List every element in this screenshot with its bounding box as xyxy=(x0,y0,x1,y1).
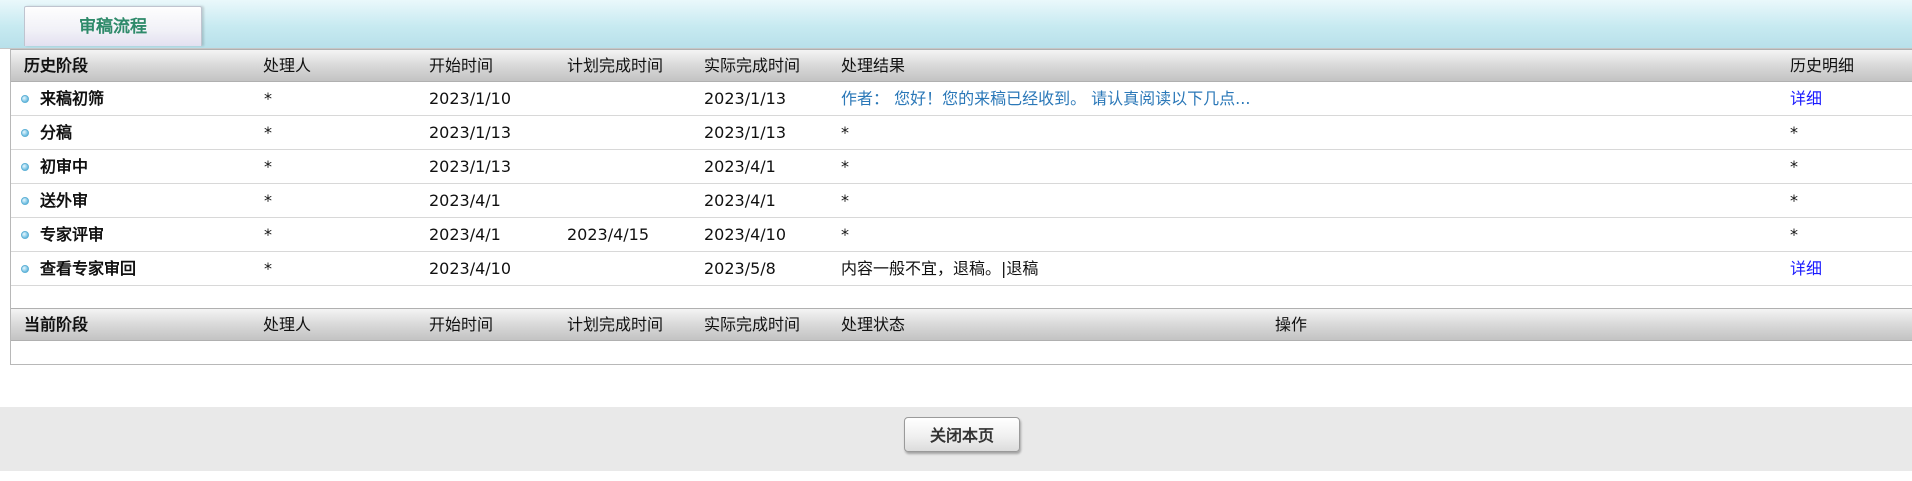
tab-bar: 审稿流程 xyxy=(0,0,1912,49)
actual-cell: 2023/5/8 xyxy=(704,259,776,278)
result-link[interactable]: 作者： 您好！您的来稿已经收到。 请认真阅读以下几点... xyxy=(841,82,1250,115)
actual-cell: 2023/4/10 xyxy=(704,225,787,244)
table-row: 专家评审 * 2023/4/1 2023/4/15 2023/4/10 * * xyxy=(11,218,1912,252)
actual-cell: 2023/4/1 xyxy=(704,191,776,210)
stage-cell: 初审中 xyxy=(40,157,89,176)
footer-bar: 关闭本页 xyxy=(0,407,1912,471)
current-header-planned: 计划完成时间 xyxy=(567,315,664,334)
detail-cell: * xyxy=(1790,123,1798,142)
history-header-detail: 历史明细 xyxy=(1790,56,1855,75)
history-header-start: 开始时间 xyxy=(429,56,494,75)
table-row: 分稿 * 2023/1/13 2023/1/13 * * xyxy=(11,116,1912,150)
planned-cell: 2023/4/15 xyxy=(567,225,650,244)
detail-cell: * xyxy=(1790,191,1798,210)
result-cell: 内容一般不宜，退稿。|退稿 xyxy=(841,259,1039,278)
start-cell: 2023/1/13 xyxy=(429,123,512,142)
history-header-stage: 历史阶段 xyxy=(24,56,89,75)
history-header-handler: 处理人 xyxy=(263,56,312,75)
handler-cell: * xyxy=(264,89,272,108)
history-header-actual: 实际完成时间 xyxy=(704,56,801,75)
bullet-icon xyxy=(21,265,29,273)
handler-cell: * xyxy=(264,157,272,176)
tab-review-process[interactable]: 审稿流程 xyxy=(24,6,202,46)
current-header-handler: 处理人 xyxy=(263,315,312,334)
stage-cell: 专家评审 xyxy=(40,225,105,244)
stage-cell: 来稿初筛 xyxy=(40,89,105,108)
start-cell: 2023/4/1 xyxy=(429,225,501,244)
current-header-row: 当前阶段 处理人 开始时间 计划完成时间 实际完成时间 处理状态 操作 xyxy=(11,308,1912,341)
stage-cell: 分稿 xyxy=(40,123,73,142)
result-cell: * xyxy=(841,157,849,176)
handler-cell: * xyxy=(264,191,272,210)
result-cell: * xyxy=(841,123,849,142)
handler-cell: * xyxy=(264,225,272,244)
current-header-status: 处理状态 xyxy=(841,315,906,334)
table-row: 来稿初筛 * 2023/1/10 2023/1/13 作者： 您好！您的来稿已经… xyxy=(11,82,1912,116)
spacer-row xyxy=(11,286,1912,308)
handler-cell: * xyxy=(264,259,272,278)
actual-cell: 2023/1/13 xyxy=(704,89,787,108)
bullet-icon xyxy=(21,197,29,205)
detail-cell: * xyxy=(1790,157,1798,176)
history-header-row: 历史阶段 处理人 开始时间 计划完成时间 实际完成时间 处理结果 历史明细 xyxy=(11,49,1912,82)
stage-cell: 送外审 xyxy=(40,191,89,210)
bullet-icon xyxy=(21,163,29,171)
table-row: 初审中 * 2023/1/13 2023/4/1 * * xyxy=(11,150,1912,184)
start-cell: 2023/1/10 xyxy=(429,89,512,108)
history-header-result: 处理结果 xyxy=(841,56,906,75)
current-header-actual: 实际完成时间 xyxy=(704,315,801,334)
detail-cell: * xyxy=(1790,225,1798,244)
bullet-icon xyxy=(21,129,29,137)
actual-cell: 2023/4/1 xyxy=(704,157,776,176)
review-process-table: 历史阶段 处理人 开始时间 计划完成时间 实际完成时间 处理结果 历史明细 来稿… xyxy=(10,49,1912,365)
bullet-icon xyxy=(21,231,29,239)
current-header-stage: 当前阶段 xyxy=(24,315,89,334)
handler-cell: * xyxy=(264,123,272,142)
detail-link[interactable]: 详细 xyxy=(1790,82,1822,115)
result-cell: * xyxy=(841,191,849,210)
bullet-icon xyxy=(21,95,29,103)
stage-cell: 查看专家审回 xyxy=(40,259,137,278)
close-page-button[interactable]: 关闭本页 xyxy=(904,417,1020,452)
start-cell: 2023/4/1 xyxy=(429,191,501,210)
current-header-action: 操作 xyxy=(1275,315,1308,334)
table-row: 查看专家审回 * 2023/4/10 2023/5/8 内容一般不宜，退稿。|退… xyxy=(11,252,1912,286)
current-header-start: 开始时间 xyxy=(429,315,494,334)
result-cell: * xyxy=(841,225,849,244)
history-header-planned: 计划完成时间 xyxy=(567,56,664,75)
table-row: 送外审 * 2023/4/1 2023/4/1 * * xyxy=(11,184,1912,218)
start-cell: 2023/1/13 xyxy=(429,157,512,176)
start-cell: 2023/4/10 xyxy=(429,259,512,278)
actual-cell: 2023/1/13 xyxy=(704,123,787,142)
detail-link[interactable]: 详细 xyxy=(1790,252,1822,285)
